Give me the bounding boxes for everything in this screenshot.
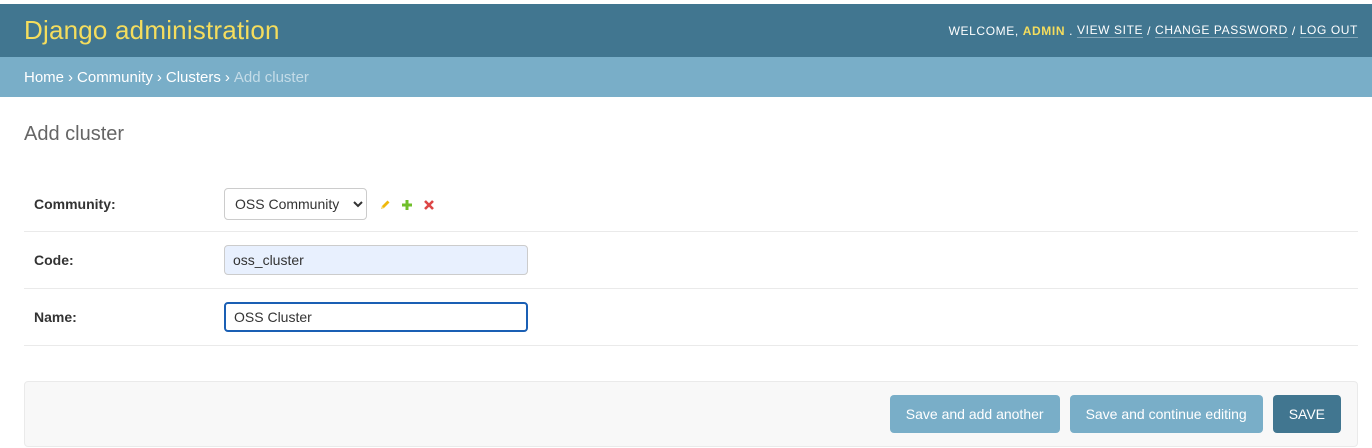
site-title[interactable]: Django administration [24, 15, 280, 46]
pencil-icon[interactable] [379, 198, 391, 210]
breadcrumb-separator: › [224, 68, 230, 86]
name-field[interactable] [224, 302, 528, 332]
delete-x-icon[interactable] [423, 198, 435, 210]
name-label: Name: [34, 309, 77, 325]
separator: / [1147, 23, 1152, 38]
save-and-continue-button[interactable]: Save and continue editing [1069, 395, 1263, 433]
community-select[interactable]: OSS Community [224, 187, 367, 220]
breadcrumb-separator: › [156, 68, 162, 86]
code-label: Code: [34, 252, 74, 268]
welcome-text: Welcome, [948, 23, 1019, 38]
user-tools: Welcome, admin. View site / Change passw… [949, 23, 1358, 38]
content: Add cluster Community: OSS Community Cod… [0, 123, 1372, 447]
header: Django administration Welcome, admin. Vi… [0, 4, 1372, 57]
code-field[interactable] [224, 245, 528, 275]
related-widget-links [379, 198, 435, 210]
log-out-link[interactable]: Log out [1299, 23, 1358, 38]
change-password-link[interactable]: Change password [1155, 23, 1288, 38]
separator: / [1291, 23, 1296, 38]
breadcrumb-clusters[interactable]: Clusters [166, 69, 221, 86]
form-row-community: Community: OSS Community [24, 176, 1358, 232]
plus-icon[interactable] [401, 198, 413, 210]
username: admin [1022, 23, 1066, 38]
save-button[interactable]: Save [1272, 395, 1341, 433]
period: . [1069, 23, 1074, 38]
breadcrumb-separator: › [68, 68, 74, 86]
view-site-link[interactable]: View site [1077, 23, 1144, 38]
community-label: Community: [34, 195, 116, 212]
breadcrumb-current: Add cluster [233, 68, 309, 86]
breadcrumb: Home › Community › Clusters › Add cluste… [0, 57, 1372, 97]
save-and-add-another-button[interactable]: Save and add another [889, 395, 1060, 433]
submit-row: Save and add another Save and continue e… [24, 381, 1358, 447]
breadcrumb-community[interactable]: Community [77, 69, 153, 86]
form-row-code: Code: [24, 232, 1358, 289]
page-title: Add cluster [24, 123, 125, 145]
breadcrumb-home[interactable]: Home [24, 69, 64, 86]
form-row-name: Name: [24, 289, 1358, 346]
